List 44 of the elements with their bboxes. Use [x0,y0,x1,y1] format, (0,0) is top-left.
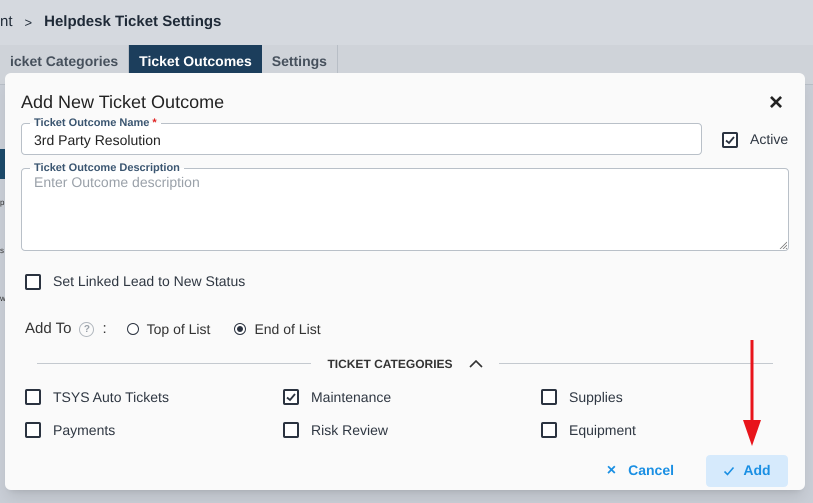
category-label: Equipment [569,420,636,440]
resize-handle-icon[interactable] [779,241,787,249]
chevron-up-icon[interactable] [468,360,483,368]
radio-label: End of List [254,320,321,339]
table-header [0,149,5,179]
breadcrumb-link[interactable]: nt [0,11,13,34]
name-field[interactable]: Ticket Outcome Name * 3rd Party Resolution [21,118,702,155]
section-title: TICKET CATEGORIES [326,356,454,372]
field-label: Ticket Outcome Name [34,117,150,129]
required-mark: * [152,117,157,129]
category-label: TSYS Auto Tickets [53,388,169,406]
page-title: Helpdesk Ticket Settings [44,12,222,32]
check-icon [724,134,736,146]
checkbox-label: Active [750,130,788,149]
checkbox[interactable] [283,422,299,438]
check-icon [285,391,297,403]
checkbox[interactable] [541,422,557,438]
checkbox[interactable] [722,132,738,148]
close-button[interactable]: × [764,90,787,114]
checkbox[interactable] [25,389,41,405]
category-label: Risk Review [311,420,388,440]
checkbox-label: Set Linked Lead to New Status [53,272,246,291]
category-label: Payments [53,420,116,440]
category-label: Maintenance [311,388,392,406]
colon: : [102,319,107,339]
checkbox[interactable] [25,274,41,290]
add-to-label: Add To [25,319,72,339]
name-input[interactable]: 3rd Party Resolution [34,130,689,151]
close-icon: × [606,458,616,482]
radio-button[interactable] [234,323,246,336]
radio-label: Top of List [146,320,210,339]
checkbox[interactable] [283,389,299,405]
radio-button[interactable] [126,323,139,336]
dialog-title: Add New Ticket Outcome [21,91,224,114]
field-label: Ticket Outcome Description [34,162,180,174]
description-input[interactable]: Enter Outcome description [34,172,776,242]
checkbox[interactable] [541,389,557,405]
category-label: Supplies [569,388,623,407]
breadcrumb-separator: > [24,14,34,32]
description-field[interactable]: Ticket Outcome Description Enter Outcome description [21,163,789,251]
check-icon [723,464,736,476]
table-cell: s [0,247,4,255]
checkbox[interactable] [25,422,41,438]
table-cell: p [0,199,4,207]
